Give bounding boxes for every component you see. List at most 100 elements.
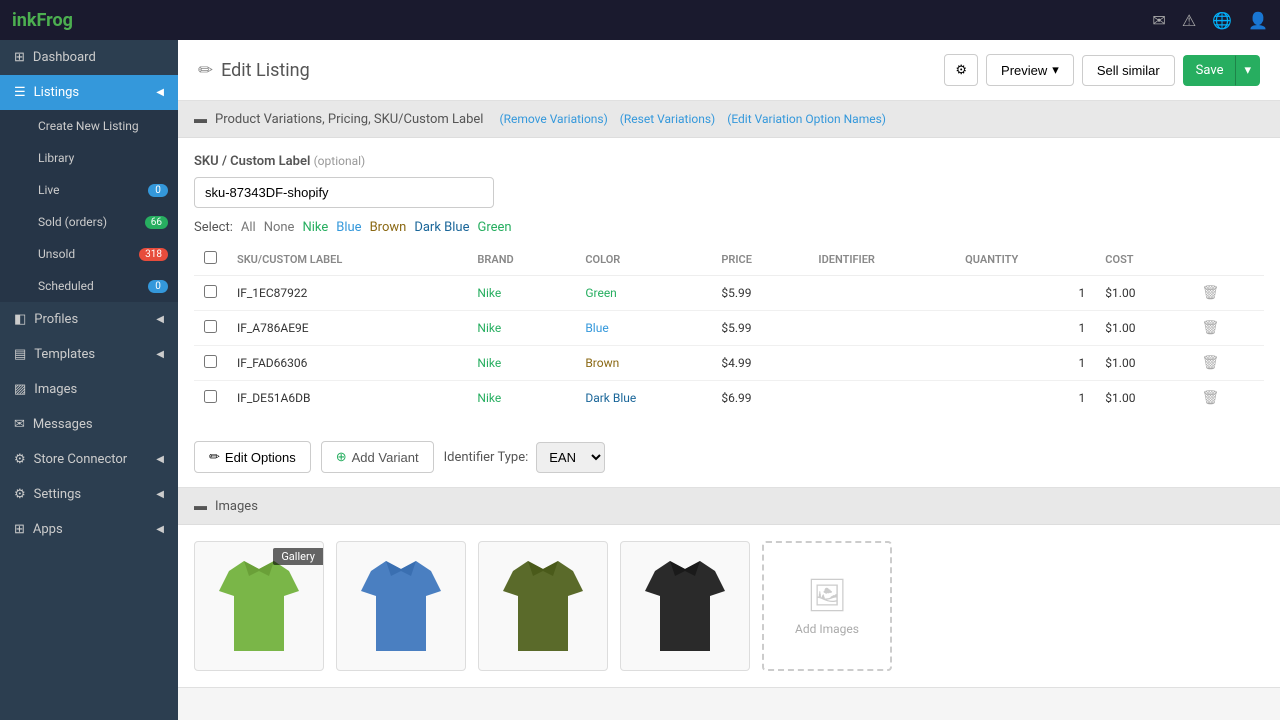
globe-icon[interactable]: 🌐: [1212, 11, 1232, 30]
image-thumb-3[interactable]: [478, 541, 608, 671]
row-checkbox-2[interactable]: [204, 355, 217, 368]
sidebar-item-dashboard[interactable]: ⊞ Dashboard: [0, 40, 178, 75]
apps-icon: ⊞: [14, 522, 25, 537]
select-darkblue-link[interactable]: Dark Blue: [414, 220, 469, 235]
sidebar-item-profiles[interactable]: ◧ Profiles ◀: [0, 302, 178, 337]
sidebar-item-messages[interactable]: ✉ Messages: [0, 407, 178, 442]
sidebar-item-label: Images: [34, 382, 77, 397]
row-sku-1: IF_A786AE9E: [227, 311, 467, 346]
image-thumb-1[interactable]: Gallery: [194, 541, 324, 671]
image-thumb-2[interactable]: [336, 541, 466, 671]
sidebar-item-label: Dashboard: [33, 50, 96, 65]
images-section-header: ▬ Images: [178, 488, 1280, 525]
sidebar-item-label: Scheduled: [38, 279, 94, 293]
preview-button[interactable]: Preview ▾: [986, 54, 1074, 86]
sidebar-item-label: Settings: [34, 487, 81, 502]
select-prefix: Select:: [194, 220, 233, 235]
variations-header-text: Product Variations, Pricing, SKU/Custom …: [215, 112, 483, 127]
sidebar-item-store-connector[interactable]: ⚙ Store Connector ◀: [0, 442, 178, 477]
row-quantity-1: 1: [955, 311, 1095, 346]
col-quantity: QUANTITY: [955, 243, 1095, 276]
row-identifier-2: [808, 346, 955, 381]
sell-similar-button[interactable]: Sell similar: [1082, 55, 1175, 86]
row-color-2: Brown: [575, 346, 711, 381]
section-links: (Remove Variations) (Reset Variations) (…: [499, 112, 886, 126]
sidebar-item-library[interactable]: Library: [28, 142, 178, 174]
images-section: ▬ Images Gallery: [178, 488, 1280, 688]
row-brand-0: Nike: [467, 276, 575, 311]
row-checkbox-0[interactable]: [204, 285, 217, 298]
select-all-link[interactable]: All: [241, 220, 256, 235]
sidebar-item-sold[interactable]: Sold (orders) 66: [28, 206, 178, 238]
sidebar-item-live[interactable]: Live 0: [28, 174, 178, 206]
alert-icon[interactable]: ⚠: [1182, 11, 1196, 30]
row-color-3: Dark Blue: [575, 381, 711, 416]
save-dropdown-button[interactable]: ▾: [1235, 55, 1260, 86]
delete-row-1-button[interactable]: 🗑: [1201, 320, 1219, 336]
select-green-link[interactable]: Green: [477, 220, 511, 235]
sidebar-item-unsold[interactable]: Unsold 318: [28, 238, 178, 270]
select-blue-link[interactable]: Blue: [336, 220, 361, 235]
select-row: Select: All None Nike Blue Brown Dark Bl…: [194, 220, 1264, 235]
topbar: inkFrog ✉ ⚠ 🌐 👤: [0, 0, 1280, 40]
sidebar-item-images[interactable]: ▨ Images: [0, 372, 178, 407]
select-nike-link[interactable]: Nike: [302, 220, 328, 235]
row-checkbox-1[interactable]: [204, 320, 217, 333]
section-icon: ▬: [194, 111, 207, 127]
live-badge: 0: [148, 184, 168, 197]
sidebar-item-label: Apps: [33, 522, 63, 537]
row-identifier-1: [808, 311, 955, 346]
chevron-left-icon: ◀: [156, 349, 164, 360]
sidebar-item-scheduled[interactable]: Scheduled 0: [28, 270, 178, 302]
identifier-type-group: Identifier Type: EAN UPC ISBN ASIN: [444, 442, 606, 473]
add-images-box[interactable]: 🖼 Add Images: [762, 541, 892, 671]
sku-input[interactable]: [194, 177, 494, 208]
gear-button[interactable]: ⚙: [944, 54, 978, 86]
edit-options-label: Edit Options: [225, 450, 296, 465]
page-title-text: Edit Listing: [221, 60, 310, 81]
row-checkbox-3[interactable]: [204, 390, 217, 403]
user-icon[interactable]: 👤: [1248, 11, 1268, 30]
reset-variations-link[interactable]: (Reset Variations): [620, 112, 715, 126]
save-button[interactable]: Save: [1183, 55, 1236, 86]
messages-icon: ✉: [14, 417, 25, 432]
edit-variation-option-names-link[interactable]: (Edit Variation Option Names): [727, 112, 886, 126]
edit-options-button[interactable]: ✏ Edit Options: [194, 441, 311, 473]
sidebar-item-label: Create New Listing: [38, 119, 139, 133]
sidebar-item-listings[interactable]: ☰ Listings ◀: [0, 75, 178, 110]
unsold-badge: 318: [139, 248, 168, 261]
page-actions: ⚙ Preview ▾ Sell similar Save ▾: [944, 54, 1260, 86]
chevron-left-icon: ◀: [156, 524, 164, 535]
mail-icon[interactable]: ✉: [1152, 11, 1165, 30]
row-price-2: $4.99: [711, 346, 808, 381]
sidebar-item-label: Sold (orders): [38, 215, 107, 229]
delete-row-0-button[interactable]: 🗑: [1201, 285, 1219, 301]
identifier-type-select[interactable]: EAN UPC ISBN ASIN: [536, 442, 605, 473]
sidebar-item-label: Live: [38, 183, 59, 197]
delete-row-2-button[interactable]: 🗑: [1201, 355, 1219, 371]
sidebar-item-settings[interactable]: ⚙ Settings ◀: [0, 477, 178, 512]
table-row: IF_FAD66306 Nike Brown $4.99 1 $1.00 🗑: [194, 346, 1264, 381]
pencil-icon: ✏: [209, 449, 220, 465]
col-sku: SKU/CUSTOM LABEL: [227, 243, 467, 276]
sidebar-item-templates[interactable]: ▤ Templates ◀: [0, 337, 178, 372]
table-row: IF_A786AE9E Nike Blue $5.99 1 $1.00 🗑: [194, 311, 1264, 346]
select-none-link[interactable]: None: [264, 220, 295, 235]
sidebar-item-label: Profiles: [34, 312, 78, 327]
chevron-left-icon: ◀: [156, 489, 164, 500]
remove-variations-link[interactable]: (Remove Variations): [499, 112, 607, 126]
sidebar-item-create-listing[interactable]: Create New Listing: [28, 110, 178, 142]
row-brand-3: Nike: [467, 381, 575, 416]
add-variant-button[interactable]: ⊕ Add Variant: [321, 441, 434, 473]
row-quantity-0: 1: [955, 276, 1095, 311]
sold-badge: 66: [145, 216, 168, 229]
row-price-3: $6.99: [711, 381, 808, 416]
image-thumb-4[interactable]: [620, 541, 750, 671]
row-color-0: Green: [575, 276, 711, 311]
select-brown-link[interactable]: Brown: [370, 220, 407, 235]
chevron-left-icon: ◀: [156, 314, 164, 325]
sidebar-item-apps[interactable]: ⊞ Apps ◀: [0, 512, 178, 547]
select-all-checkbox[interactable]: [204, 251, 217, 264]
shirt-svg-2: [351, 551, 451, 661]
delete-row-3-button[interactable]: 🗑: [1201, 390, 1219, 406]
